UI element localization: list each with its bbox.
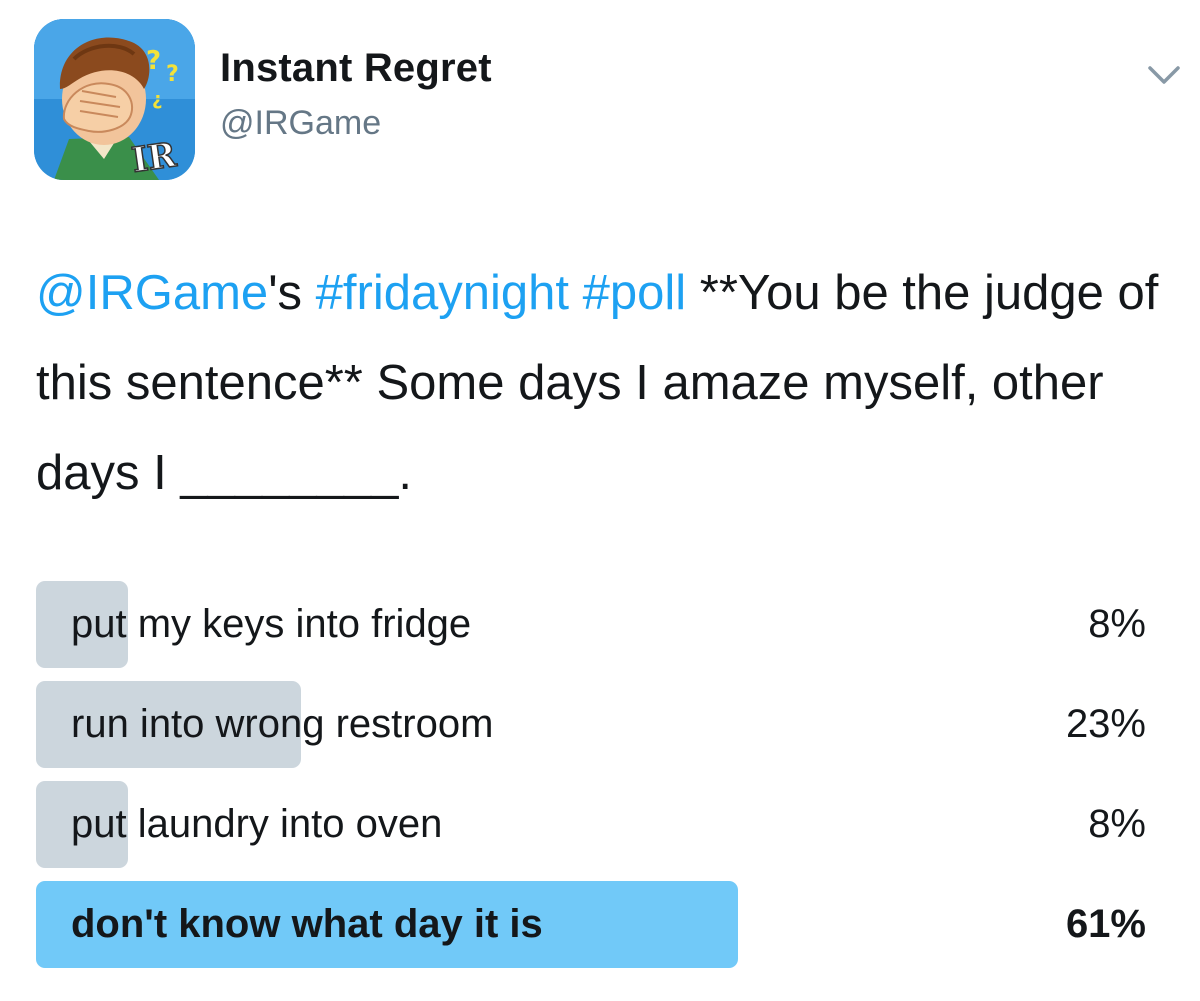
tweet-card: ? ? ¿ IR Instant Regret @IRGame @IRGame'… (0, 0, 1200, 1001)
poll-option: put laundry into oven 8% (36, 781, 1146, 868)
facepalm-cartoon-icon: ? ? ¿ IR (34, 19, 195, 180)
svg-text:?: ? (146, 46, 161, 76)
poll-option-label: run into wrong restroom (71, 702, 494, 746)
svg-text:IR: IR (129, 135, 179, 180)
poll-option-label: put my keys into fridge (71, 602, 472, 646)
avatar[interactable]: ? ? ¿ IR (34, 19, 195, 180)
mention-link[interactable]: @IRGame (36, 266, 268, 320)
tweet-text-space (569, 266, 583, 320)
poll-option-winner: don't know what day it is 61% (36, 881, 1146, 968)
hashtag-link-fridaynight[interactable]: #fridaynight (316, 266, 569, 320)
poll: put my keys into fridge 8% run into wron… (36, 581, 1146, 981)
author-display-name[interactable]: Instant Regret (220, 46, 492, 91)
poll-option-percent: 23% (1065, 702, 1146, 746)
poll-option: run into wrong restroom 23% (36, 681, 1146, 768)
poll-option-percent: 61% (1065, 902, 1146, 946)
poll-option-label: don't know what day it is (71, 902, 543, 946)
chevron-down-icon[interactable] (1144, 62, 1184, 88)
tweet-text: @IRGame's #fridaynight #poll **You be th… (36, 248, 1166, 518)
author-handle[interactable]: @IRGame (220, 104, 381, 143)
poll-option-label: put laundry into oven (71, 802, 443, 846)
svg-text:¿: ¿ (152, 89, 162, 110)
poll-option-percent: 8% (1088, 602, 1146, 646)
poll-option: put my keys into fridge 8% (36, 581, 1146, 668)
poll-option-percent: 8% (1088, 802, 1146, 846)
svg-text:?: ? (166, 62, 179, 87)
hashtag-link-poll[interactable]: #poll (583, 266, 687, 320)
tweet-text-possessive: 's (268, 266, 316, 320)
